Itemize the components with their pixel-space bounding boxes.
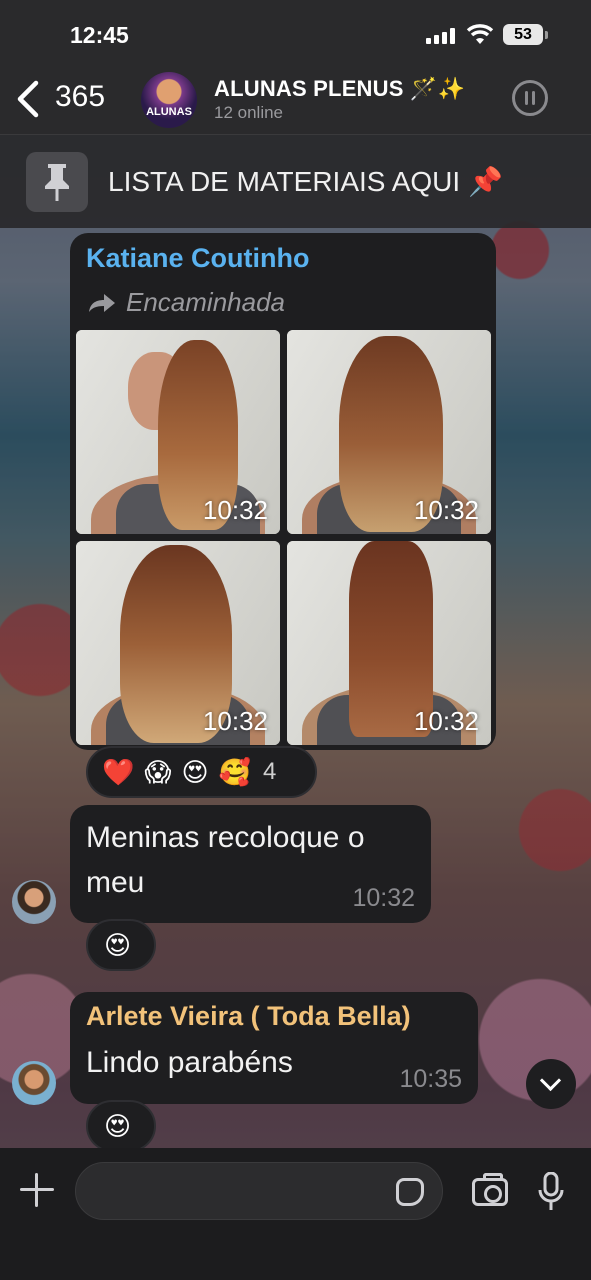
pin-icon	[26, 152, 88, 212]
composer-bar	[0, 1148, 591, 1280]
sender-name[interactable]: Arlete Vieira ( Toda Bella)	[86, 1001, 411, 1032]
group-name[interactable]: ALUNAS PLENUS 🪄✨	[214, 76, 465, 102]
voice-chat-icon[interactable]	[512, 80, 548, 116]
album-photo[interactable]: 10:32	[76, 330, 280, 534]
forwarded-indicator: Encaminhada	[88, 287, 285, 318]
status-bar: 12:45 53	[0, 0, 591, 64]
pinned-message-bar[interactable]: LISTA DE MATERIAIS AQUI 📌	[0, 134, 591, 228]
group-avatar[interactable]: ALUNAS	[141, 72, 197, 128]
sticker-icon[interactable]	[396, 1178, 424, 1206]
photo-timestamp: 10:32	[202, 495, 268, 525]
user-avatar[interactable]	[12, 1061, 56, 1105]
reaction-smiling-hearts[interactable]: 🥰	[219, 757, 251, 788]
reactions-bar[interactable]: ❤️ 😱 😍 🥰 4	[86, 746, 317, 798]
text-message-bubble[interactable]: Meninas recoloque o meu 10:32	[70, 805, 431, 923]
forwarded-label: Encaminhada	[126, 287, 285, 317]
cellular-signal-icon	[426, 28, 456, 44]
scroll-to-bottom-button[interactable]	[526, 1059, 576, 1109]
camera-icon[interactable]	[472, 1173, 508, 1206]
online-count: 12 online	[214, 103, 284, 122]
message-time: 10:35	[399, 1065, 462, 1093]
wifi-icon	[466, 24, 494, 44]
status-time: 12:45	[70, 22, 129, 48]
battery-icon: 53	[503, 24, 543, 45]
chat-header: 365 ALUNAS ALUNAS PLENUS 🪄✨ 12 online	[0, 64, 591, 134]
message-time: 10:32	[352, 884, 415, 912]
reaction-heart[interactable]: ❤️	[102, 757, 134, 788]
album-photo[interactable]: 10:32	[287, 330, 491, 534]
album-photo[interactable]: 10:32	[76, 541, 280, 745]
microphone-icon[interactable]	[538, 1172, 564, 1212]
back-unread-count[interactable]: 365	[55, 80, 105, 114]
photo-timestamp: 10:32	[413, 495, 479, 525]
photo-timestamp: 10:32	[413, 706, 479, 736]
message-text: Lindo parabéns	[86, 1046, 293, 1079]
reaction-heart-eyes[interactable]: 😍	[104, 1111, 131, 1142]
back-chevron-icon[interactable]	[14, 80, 42, 118]
forward-arrow-icon	[89, 294, 115, 312]
photo-timestamp: 10:32	[202, 706, 268, 736]
user-avatar[interactable]	[12, 880, 56, 924]
attach-plus-icon[interactable]	[20, 1173, 54, 1207]
reaction-scream[interactable]: 😱	[144, 757, 171, 788]
pinned-message-text: LISTA DE MATERIAIS AQUI 📌	[108, 166, 503, 197]
group-avatar-label: ALUNAS	[146, 106, 192, 118]
text-message-bubble[interactable]: Arlete Vieira ( Toda Bella) Lindo parabé…	[70, 992, 478, 1104]
reactions-bar[interactable]: 😍	[86, 919, 156, 971]
reactions-bar[interactable]: 😍	[86, 1100, 156, 1152]
sender-name[interactable]: Katiane Coutinho	[86, 243, 310, 274]
reaction-heart-eyes[interactable]: 😍	[104, 930, 131, 961]
reaction-heart-eyes[interactable]: 😍	[181, 757, 208, 788]
album-photo[interactable]: 10:32	[287, 541, 491, 745]
message-input[interactable]	[75, 1162, 443, 1220]
album-message-bubble[interactable]: Katiane Coutinho Encaminhada 10:32 10:32…	[70, 233, 496, 750]
reaction-count: 4	[262, 758, 277, 785]
